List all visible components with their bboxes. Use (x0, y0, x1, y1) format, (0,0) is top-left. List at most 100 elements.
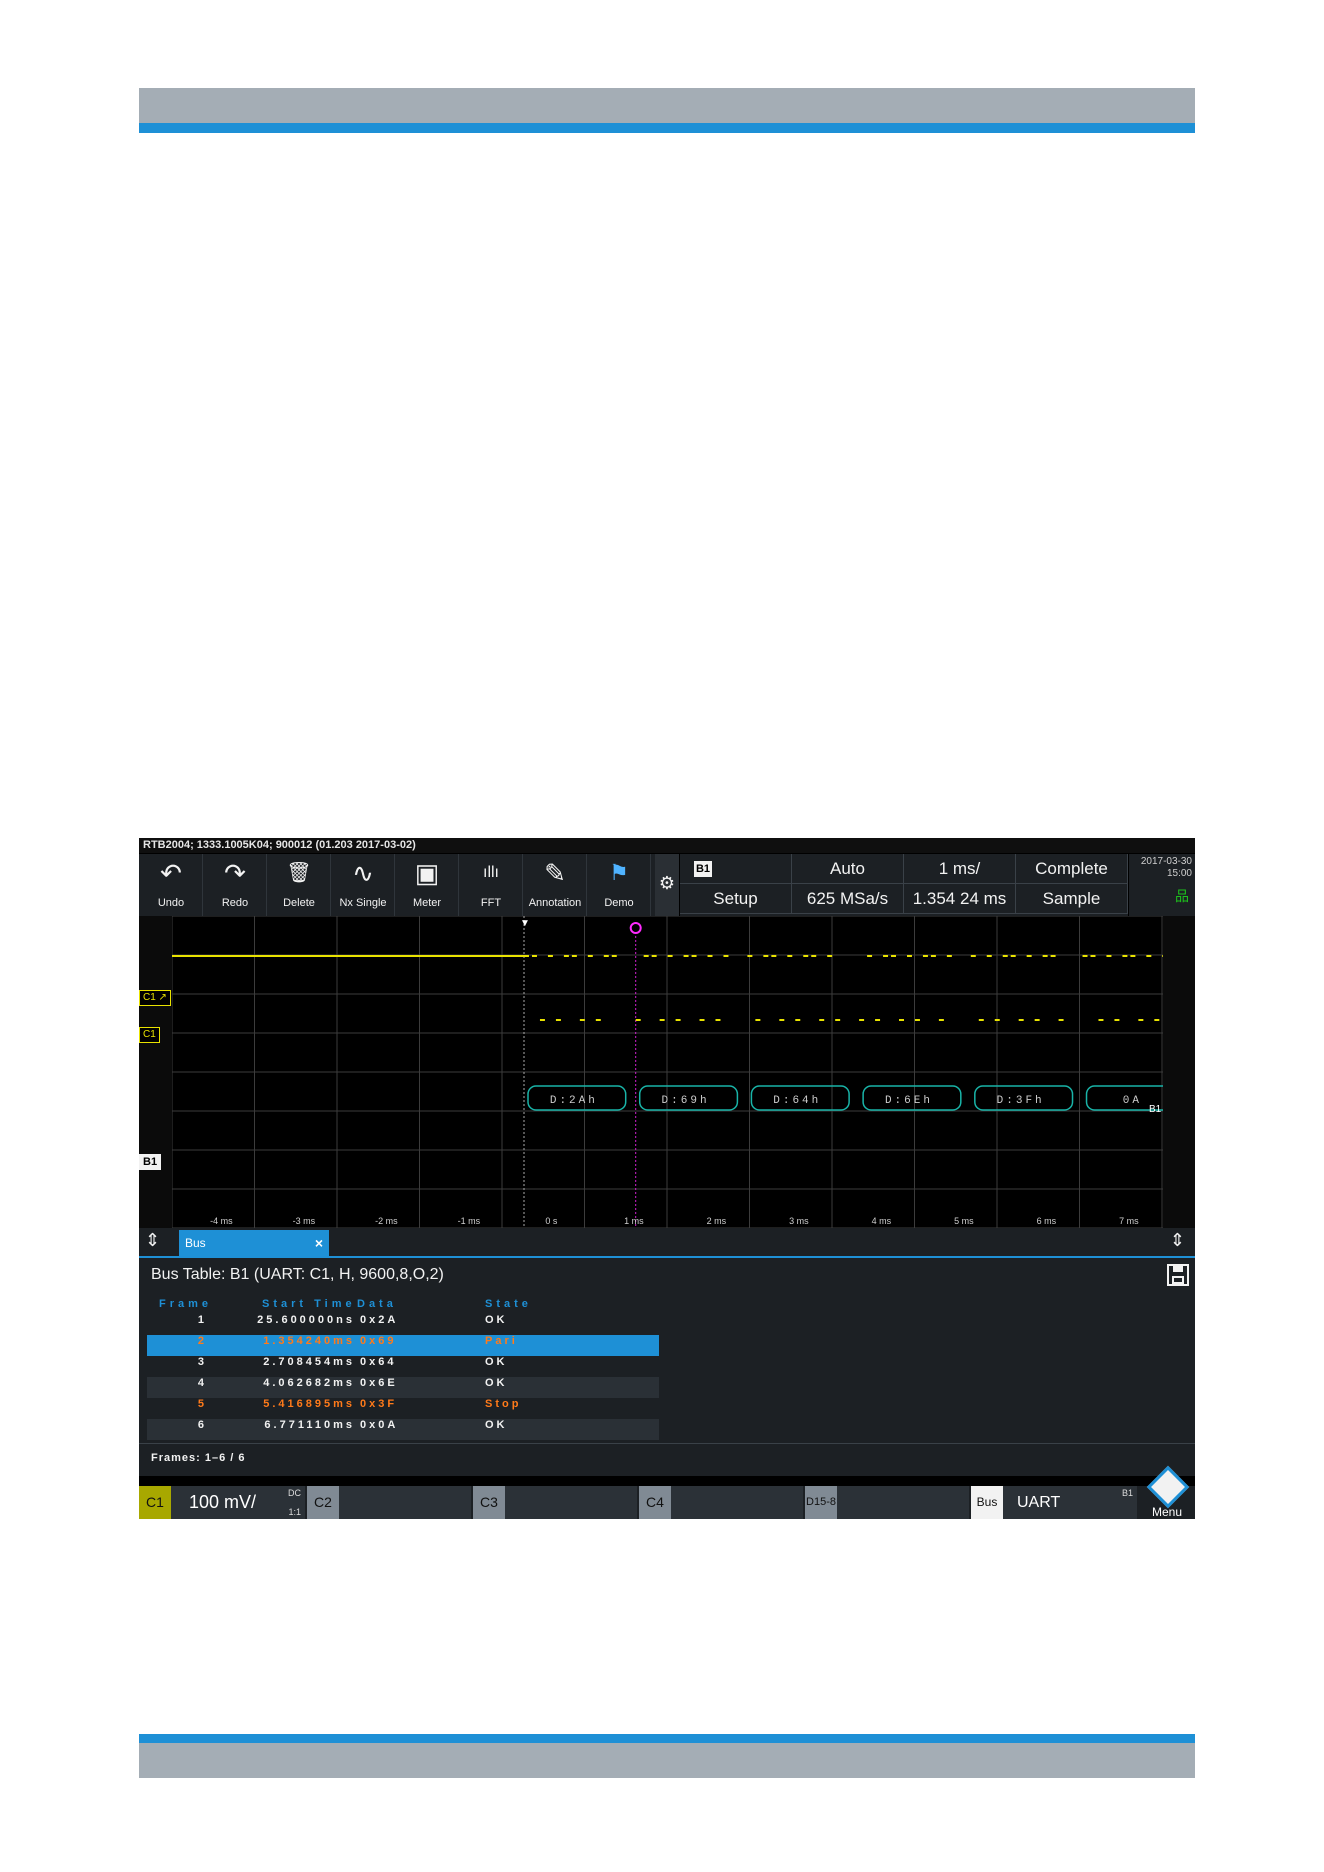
trigger-marker-icon: ▼ (520, 918, 530, 929)
toolbar: ↶ Undo ↷ Redo 🗑 Delete ∿ Nx Single ▣ Met… (139, 854, 679, 916)
meter-icon: ▣ (414, 858, 440, 888)
x-tick-label: 1 ms (624, 1216, 644, 1226)
cell-state: Pari (485, 1335, 518, 1347)
fft-icon: ıllı (483, 864, 499, 881)
waveform-display: ▼ D:2Ah D:69h D:64h D:6Eh D:3Fh 0A -4 ms -3 ms -2… (172, 916, 1163, 1228)
document-header-accent (139, 123, 1195, 133)
menu-button[interactable]: Menu (1139, 1465, 1195, 1519)
x-tick-label: 6 ms (1037, 1216, 1057, 1226)
cell-data: 0x6E (360, 1377, 398, 1389)
channel-c2[interactable]: C2 (307, 1486, 473, 1519)
nx-single-icon: ∿ (352, 858, 374, 888)
close-icon[interactable]: × (315, 1230, 323, 1256)
right-marker-column (1163, 916, 1195, 1228)
meter-button[interactable]: ▣ Meter (395, 854, 459, 916)
timebase[interactable]: 1 ms/ (904, 854, 1016, 884)
table-row[interactable]: 3 2.708454ms 0x64 OK (147, 1356, 659, 1377)
time-text: 15:00 (1166, 868, 1192, 879)
left-marker-column (139, 916, 172, 1228)
save-icon[interactable] (1167, 1264, 1189, 1286)
frames-info: Frames: 1–6 / 6 (151, 1452, 246, 1464)
instrument-title: RTB2004; 1333.1005K04; 900012 (01.203 20… (139, 838, 1195, 853)
bus-slot-tag: Bus (971, 1486, 1003, 1519)
undo-button[interactable]: ↶ Undo (139, 854, 203, 916)
fft-button[interactable]: ıllı FFT (459, 854, 523, 916)
bus-table-title: Bus Table: B1 (UART: C1, H, 9600,8,O,2) (151, 1266, 444, 1283)
col-state: State (485, 1298, 532, 1310)
channel-c3[interactable]: C3 (473, 1486, 639, 1519)
resize-arrows-icon[interactable]: ⇕ (1170, 1230, 1185, 1251)
demo-button[interactable]: ⚑ Demo (587, 854, 651, 916)
document-header-bar (139, 88, 1195, 123)
undo-label: Undo (157, 897, 185, 909)
cell-data: 0x64 (360, 1356, 397, 1368)
channel-c1[interactable]: C1 100 mV/ DC 1:1 (139, 1486, 307, 1519)
cell-frame: 4 (197, 1377, 207, 1389)
x-tick-label: 5 ms (954, 1216, 974, 1226)
cell-frame: 3 (197, 1356, 207, 1368)
col-start-time: Start Time (262, 1298, 356, 1310)
nx-single-label: Nx Single (339, 897, 387, 909)
bus-table-rows: 1 25.600000ns 0x2A OK 2 1.354240ms 0x69 … (147, 1314, 659, 1440)
sample-rate[interactable]: 625 MSa/s (792, 884, 904, 914)
cell-start: 2.708454ms (263, 1356, 355, 1368)
decode-label: 0A (1123, 1095, 1142, 1107)
acquisition-mode[interactable]: Sample (1016, 884, 1128, 914)
menu-label: Menu (1151, 1505, 1183, 1519)
document-footer-accent (139, 1734, 1195, 1743)
table-row[interactable]: 6 6.771110ms 0x0A OK (147, 1419, 659, 1440)
nx-single-button[interactable]: ∿ Nx Single (331, 854, 395, 916)
trash-icon: 🗑 (286, 862, 312, 884)
table-row[interactable]: 1 25.600000ns 0x2A OK (147, 1314, 659, 1335)
undo-icon: ↶ (160, 858, 182, 888)
bus-table-header: Frame Start Time Data State (147, 1298, 659, 1312)
c1-tag: C1 (139, 1486, 171, 1519)
bus-protocol: UART (1017, 1494, 1061, 1511)
waveform-grid[interactable]: ▼ D:2Ah D:69h D:64h D:6Eh D:3Fh 0A -4 ms -3 ms -2… (172, 916, 1163, 1228)
cell-state: OK (485, 1356, 508, 1368)
c1-offset-marker[interactable]: C1 (139, 1027, 160, 1043)
x-tick-label: 7 ms (1119, 1216, 1139, 1226)
x-tick-label: 4 ms (872, 1216, 892, 1226)
document-footer-bar (139, 1743, 1195, 1778)
c1-scale: 100 mV/ (189, 1492, 257, 1512)
cell-start: 1.354240ms (263, 1335, 355, 1347)
acquisition-state[interactable]: Complete (1016, 854, 1128, 884)
decode-label: D:3Fh (997, 1095, 1045, 1107)
redo-button[interactable]: ↷ Redo (203, 854, 267, 916)
bus-table-panel: Bus Table: B1 (UART: C1, H, 9600,8,O,2) … (139, 1258, 1195, 1476)
meter-label: Meter (412, 897, 442, 909)
c2-tag: C2 (307, 1486, 339, 1519)
x-tick-label: 3 ms (789, 1216, 809, 1226)
x-tick-label: -2 ms (375, 1216, 398, 1226)
bus-selector[interactable]: B1 (680, 854, 792, 884)
cell-frame: 1 (197, 1314, 207, 1326)
setup-button[interactable]: Setup (680, 884, 792, 914)
table-row[interactable]: 5 5.416895ms 0x3F Stop (147, 1398, 659, 1419)
channel-c4[interactable]: C4 (639, 1486, 805, 1519)
network-icon: 品 (1175, 888, 1189, 904)
b1-marker[interactable]: B1 (139, 1154, 162, 1170)
oscilloscope-screen: RTB2004; 1333.1005K04; 900012 (01.203 20… (139, 838, 1195, 1519)
gear-icon[interactable]: ⚙ (655, 854, 679, 916)
tab-bar: ⇕ Bus × ⇕ (139, 1228, 1195, 1258)
divider (139, 1443, 1195, 1444)
b1-right-label: B1 (1149, 1104, 1162, 1115)
table-row[interactable]: 4 4.062682ms 0x6E OK (147, 1377, 659, 1398)
tab-bus[interactable]: Bus × (179, 1230, 329, 1256)
channel-bus[interactable]: Bus UART B1 (971, 1486, 1139, 1519)
c1-trigger-level-marker[interactable]: C1 ↗ (139, 990, 171, 1006)
cell-state: Stop (485, 1398, 522, 1410)
decode-label: D:6Eh (885, 1095, 933, 1107)
annotation-button[interactable]: ✎ Annotation (523, 854, 587, 916)
x-tick-label: -4 ms (210, 1216, 233, 1226)
delete-button[interactable]: 🗑 Delete (267, 854, 331, 916)
table-row[interactable]: 2 1.354240ms 0x69 Pari (147, 1335, 659, 1356)
trigger-mode[interactable]: Auto (792, 854, 904, 884)
bus-tag: B1 (694, 861, 712, 877)
channel-digital[interactable]: D15-8 (805, 1486, 971, 1519)
redo-label: Redo (221, 897, 249, 909)
horizontal-position[interactable]: 1.354 24 ms (904, 884, 1016, 914)
resize-arrows-icon[interactable]: ⇕ (145, 1230, 160, 1251)
decode-label: D:2Ah (550, 1095, 598, 1107)
